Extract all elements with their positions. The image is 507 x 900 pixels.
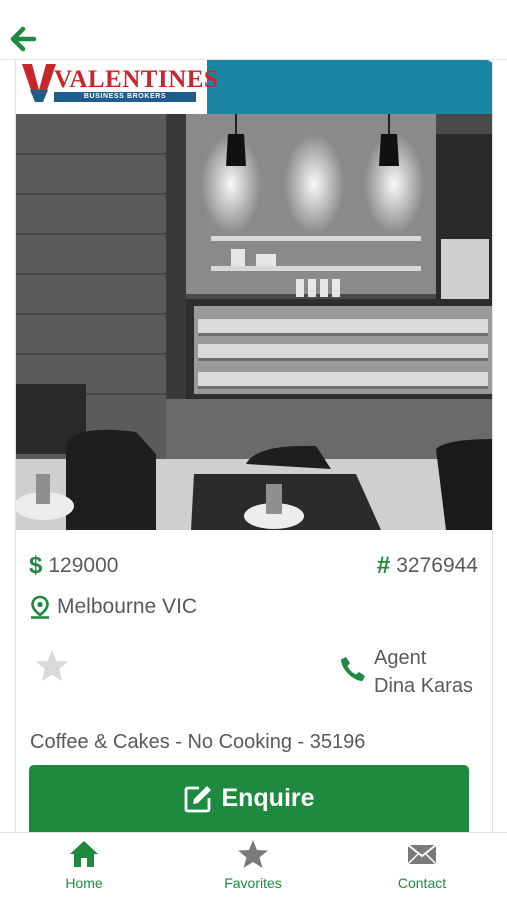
dollar-icon: $ [29, 552, 43, 579]
price-row: $ 129000 [29, 552, 119, 579]
listing-card: VALENTINES BUSINESS BROKERS $ 129000 # 3… [15, 60, 493, 832]
favorite-star-icon[interactable] [34, 648, 70, 684]
logo-v-mark [22, 64, 56, 102]
tab-favorites[interactable]: Favorites [193, 839, 313, 899]
envelope-icon [407, 844, 437, 865]
hash-icon: # [376, 552, 391, 579]
price-value: 129000 [48, 554, 119, 577]
star-icon [238, 840, 268, 868]
agent-label: Agent [374, 647, 427, 669]
reference-row: # 3276944 [376, 552, 478, 579]
top-bar [0, 0, 507, 60]
brand-strip: VALENTINES BUSINESS BROKERS [16, 60, 492, 114]
listing-photo[interactable] [16, 114, 492, 530]
map-pin-icon [31, 595, 49, 619]
cafe-photo-illustration [16, 114, 492, 530]
logo-name: VALENTINES [54, 66, 219, 93]
tab-home-label: Home [65, 875, 103, 891]
agent-name: Dina Karas [374, 675, 473, 697]
phone-icon [341, 657, 365, 681]
bottom-tab-bar: Home Favorites Contact [0, 832, 507, 900]
agent-info[interactable]: Agent Dina Karas [338, 644, 473, 700]
location-value: Melbourne VIC [57, 595, 198, 618]
location-row: Melbourne VIC [29, 594, 197, 620]
back-button[interactable] [8, 24, 38, 54]
reference-value: 3276944 [396, 554, 478, 577]
logo-tagline: BUSINESS BROKERS [54, 92, 196, 102]
tab-contact-label: Contact [397, 875, 447, 891]
listing-description: Coffee & Cakes - No Cooking - 35196 [30, 731, 366, 753]
edit-icon [185, 785, 212, 812]
brand-logo: VALENTINES BUSINESS BROKERS [16, 60, 218, 114]
home-icon [70, 841, 98, 867]
enquire-button[interactable]: Enquire [29, 765, 469, 832]
enquire-label: Enquire [221, 784, 315, 812]
tab-home[interactable]: Home [24, 839, 144, 899]
tab-favorites-label: Favorites [224, 875, 282, 891]
arrow-left-icon [10, 26, 37, 52]
tab-contact[interactable]: Contact [362, 839, 482, 899]
